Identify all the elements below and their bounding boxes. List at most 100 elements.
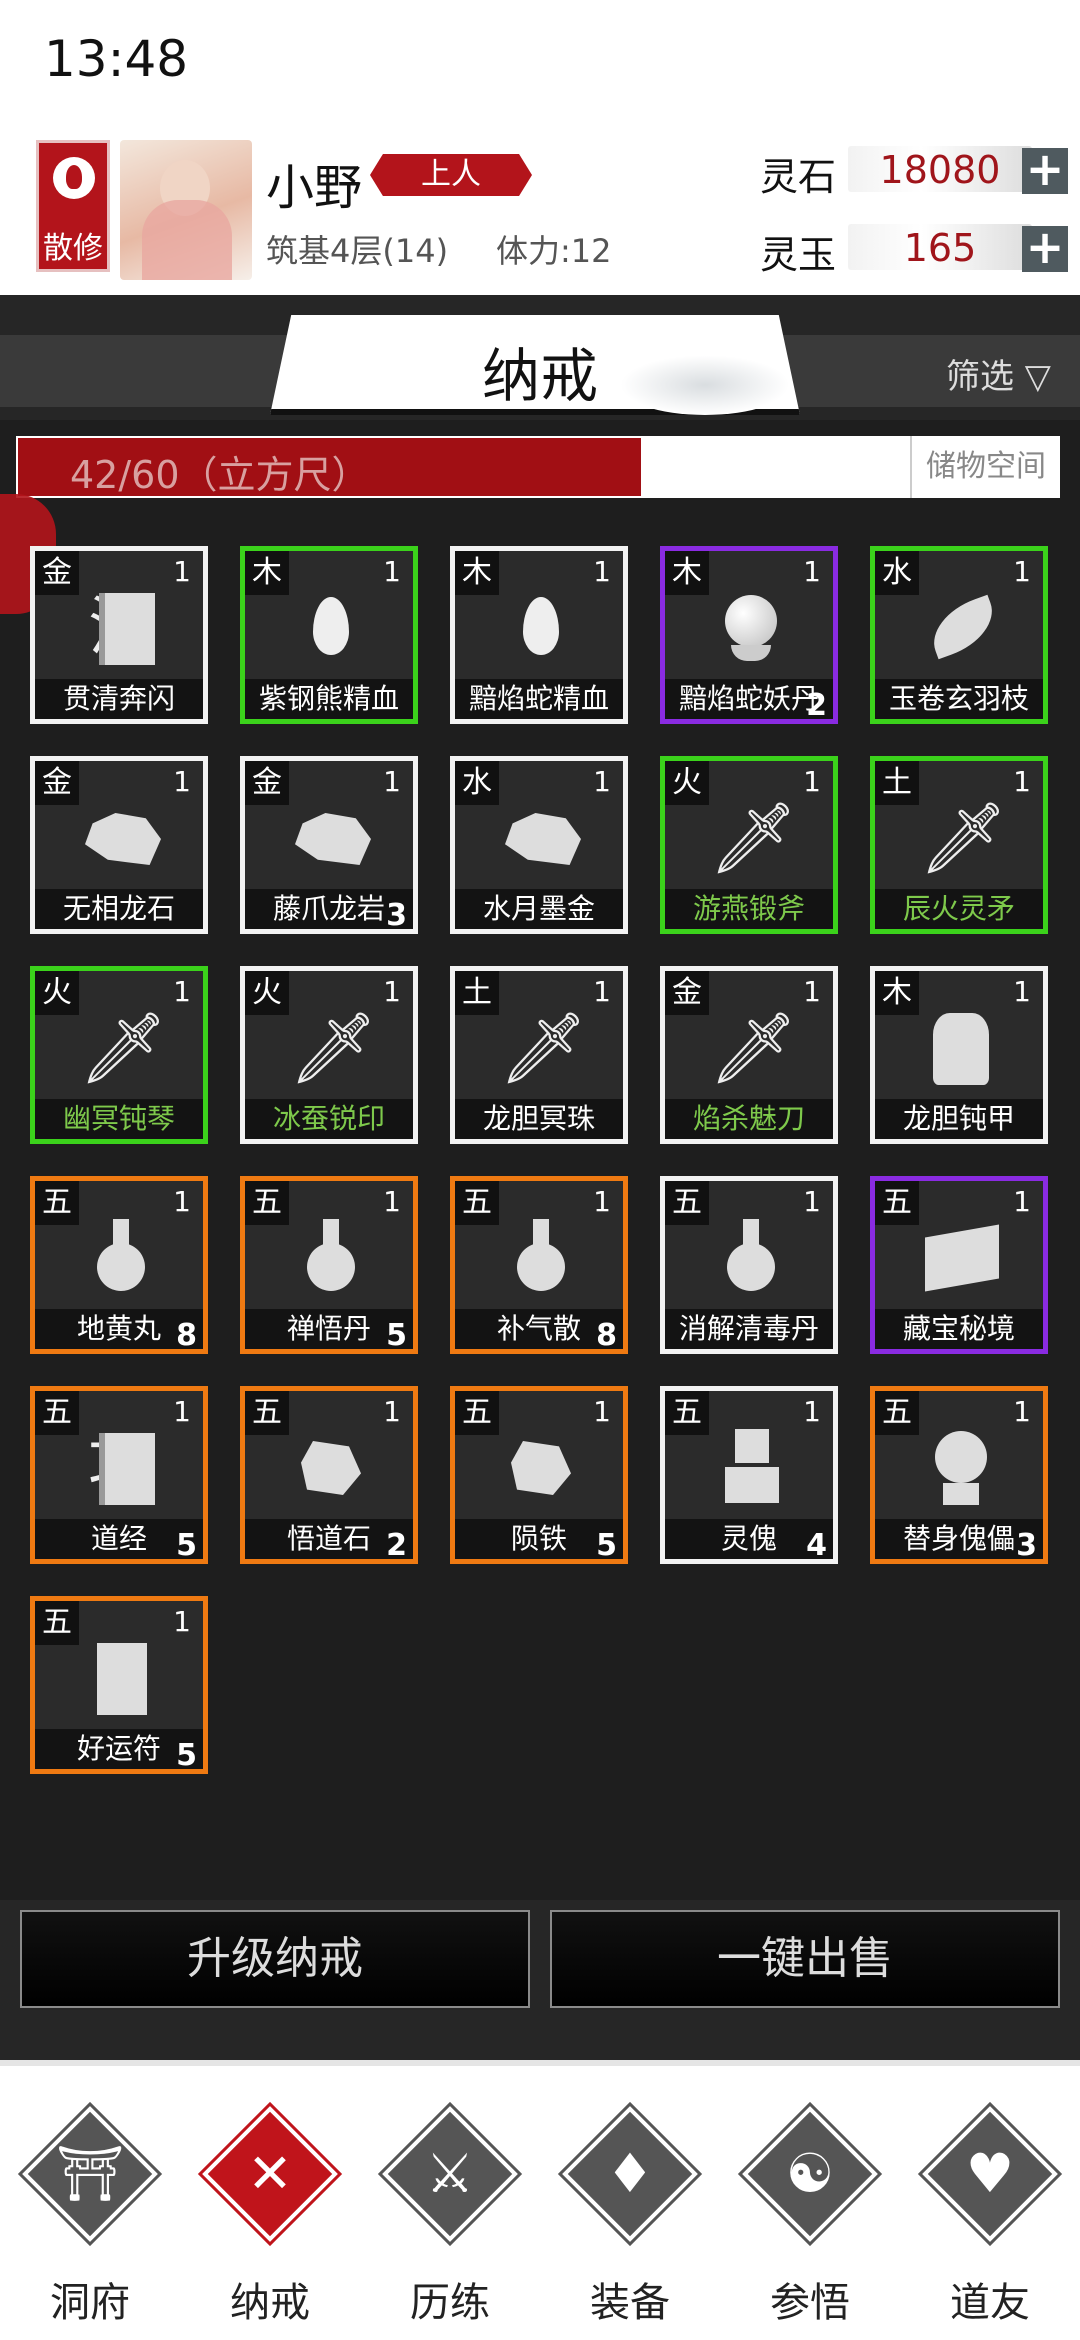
nav-item[interactable]: ♥ 道友: [900, 2096, 1080, 2336]
filter-button[interactable]: 筛选 ▽: [946, 349, 1051, 398]
inventory-item[interactable]: 五 1 消解清毒丹: [660, 1176, 838, 1354]
inventory-item[interactable]: 木 1 黯焰蛇精血: [450, 546, 628, 724]
inventory-item[interactable]: 木 1 龙胆钝甲: [870, 966, 1048, 1144]
inventory-item[interactable]: 五 1 悟道石 2: [240, 1386, 418, 1564]
item-level: 1: [173, 1395, 191, 1428]
upgrade-ring-button[interactable]: 升级纳戒: [20, 1910, 530, 2008]
element-tag: 五: [35, 1391, 79, 1435]
item-level: 1: [1013, 1395, 1031, 1428]
element-tag: 土: [455, 971, 499, 1015]
sect-badge-label: 散修: [43, 231, 103, 266]
inventory-item[interactable]: 金 1 无相龙石: [30, 756, 208, 934]
item-name: 焰杀魅刀: [665, 1099, 833, 1139]
ore-icon: [79, 797, 161, 879]
element-tag: 五: [875, 1391, 919, 1435]
lotus-icon: [53, 157, 95, 199]
element-tag: 金: [35, 761, 79, 805]
item-level: 1: [593, 1185, 611, 1218]
element-tag: 木: [455, 551, 499, 595]
sword-icon: 🗡: [289, 1007, 378, 1089]
sword-icon: 🗡: [499, 1007, 588, 1089]
blood-drop-icon: [289, 587, 371, 669]
nav-item[interactable]: ⛩ 洞府: [0, 2096, 180, 2336]
add-spirit-jade-button[interactable]: +: [1022, 224, 1068, 272]
storage-space-button[interactable]: 储物空间: [910, 436, 1060, 498]
item-level: 1: [1013, 1185, 1031, 1218]
inventory-item[interactable]: 五 1 功道经 5: [30, 1386, 208, 1564]
inventory-item[interactable]: 土 1 🗡 辰火灵矛: [870, 756, 1048, 934]
item-name: 辰火灵矛: [875, 889, 1043, 929]
inventory-item[interactable]: 水 1 玉卷玄羽枝: [870, 546, 1048, 724]
sell-all-button[interactable]: 一键出售: [550, 1910, 1060, 2008]
element-tag: 木: [875, 971, 919, 1015]
element-tag: 土: [875, 761, 919, 805]
inventory-item[interactable]: 五 1 替身傀儡 3: [870, 1386, 1048, 1564]
inventory-item[interactable]: 五 1 藏宝秘境: [870, 1176, 1048, 1354]
item-count: 5: [176, 1738, 197, 1773]
nav-item[interactable]: ✕ 纳戒: [180, 2096, 360, 2336]
nav-symbol: ⛩: [55, 2142, 125, 2205]
inventory-item[interactable]: 土 1 🗡 龙胆冥珠: [450, 966, 628, 1144]
nav-symbol: ♥: [965, 2142, 1015, 2205]
item-level: 1: [383, 1185, 401, 1218]
currency-label: 灵玉: [760, 233, 837, 277]
element-tag: 金: [665, 971, 709, 1015]
avatar[interactable]: [120, 140, 252, 280]
player-name: 小野: [266, 160, 363, 216]
inventory-item[interactable]: 五 1 补气散 8: [450, 1176, 628, 1354]
item-name: 无相龙石: [35, 889, 203, 929]
currency-spirit-jade: 灵玉 165 +: [760, 220, 1070, 277]
inventory-item[interactable]: 五 1 陨铁 5: [450, 1386, 628, 1564]
inventory-item[interactable]: 水 1 水月墨金: [450, 756, 628, 934]
inventory-item[interactable]: 金 1 🗡 焰杀魅刀: [660, 966, 838, 1144]
status-bar: 13:48: [0, 0, 1080, 130]
inventory-item[interactable]: 火 1 🗡 游燕锻斧: [660, 756, 838, 934]
item-name: 水月墨金: [455, 889, 623, 929]
inventory-item[interactable]: 金 1 法贯清奔闪: [30, 546, 208, 724]
element-tag: 五: [665, 1391, 709, 1435]
item-name: 游燕锻斧: [665, 889, 833, 929]
cultivation-realm: 筑基4层(14): [266, 232, 449, 270]
element-tag: 五: [455, 1391, 499, 1435]
element-tag: 五: [875, 1181, 919, 1225]
nav-item[interactable]: ☯ 参悟: [720, 2096, 900, 2336]
page-title: 纳戒: [481, 342, 598, 410]
item-level: 1: [593, 765, 611, 798]
item-name: 幽冥钝琴: [35, 1099, 203, 1139]
item-level: 1: [593, 555, 611, 588]
element-tag: 水: [875, 551, 919, 595]
capacity-text: 42/60（立方尺）: [70, 453, 370, 497]
element-tag: 火: [35, 971, 79, 1015]
currency-value: 165: [903, 226, 977, 270]
bottom-navigation: ⛩ 洞府 ✕ 纳戒 ⚔ 历练 ♦ 装备 ☯ 参悟 ♥ 道友: [0, 2060, 1080, 2340]
add-spirit-stone-button[interactable]: +: [1022, 146, 1068, 194]
element-tag: 金: [35, 551, 79, 595]
nav-item[interactable]: ⚔ 历练: [360, 2096, 540, 2336]
sword-icon: 🗡: [79, 1007, 168, 1089]
talisman-icon: [79, 1637, 161, 1719]
inventory-item[interactable]: 金 1 藤爪龙岩 3: [240, 756, 418, 934]
nav-symbol: ✕: [247, 2142, 293, 2205]
inventory-item[interactable]: 木 1 黯焰蛇妖丹 2: [660, 546, 838, 724]
nav-label: 洞府: [50, 2280, 130, 2326]
currency-spirit-stone: 灵石 18080 +: [760, 142, 1070, 199]
element-tag: 五: [245, 1181, 289, 1225]
sword-icon: 🗡: [919, 797, 1008, 879]
inventory-item[interactable]: 五 1 禅悟丹 5: [240, 1176, 418, 1354]
nav-item[interactable]: ♦ 装备: [540, 2096, 720, 2336]
nav-symbol: ⚔: [425, 2142, 475, 2205]
inventory-item[interactable]: 五 1 灵傀 4: [660, 1386, 838, 1564]
pill-flask-icon: [709, 1217, 791, 1299]
inventory-item[interactable]: 火 1 🗡 冰蚕锐印: [240, 966, 418, 1144]
blood-drop-icon: [499, 587, 581, 669]
item-level: 1: [173, 975, 191, 1008]
item-level: 1: [173, 1185, 191, 1218]
inventory-item[interactable]: 木 1 紫钢熊精血: [240, 546, 418, 724]
sect-badge[interactable]: 散修: [36, 140, 110, 272]
puppet-icon: [709, 1427, 791, 1509]
inventory-item[interactable]: 五 1 好运符 5: [30, 1596, 208, 1774]
inventory-item[interactable]: 五 1 地黄丸 8: [30, 1176, 208, 1354]
element-tag: 木: [665, 551, 709, 595]
item-level: 1: [383, 555, 401, 588]
inventory-item[interactable]: 火 1 🗡 幽冥钝琴: [30, 966, 208, 1144]
